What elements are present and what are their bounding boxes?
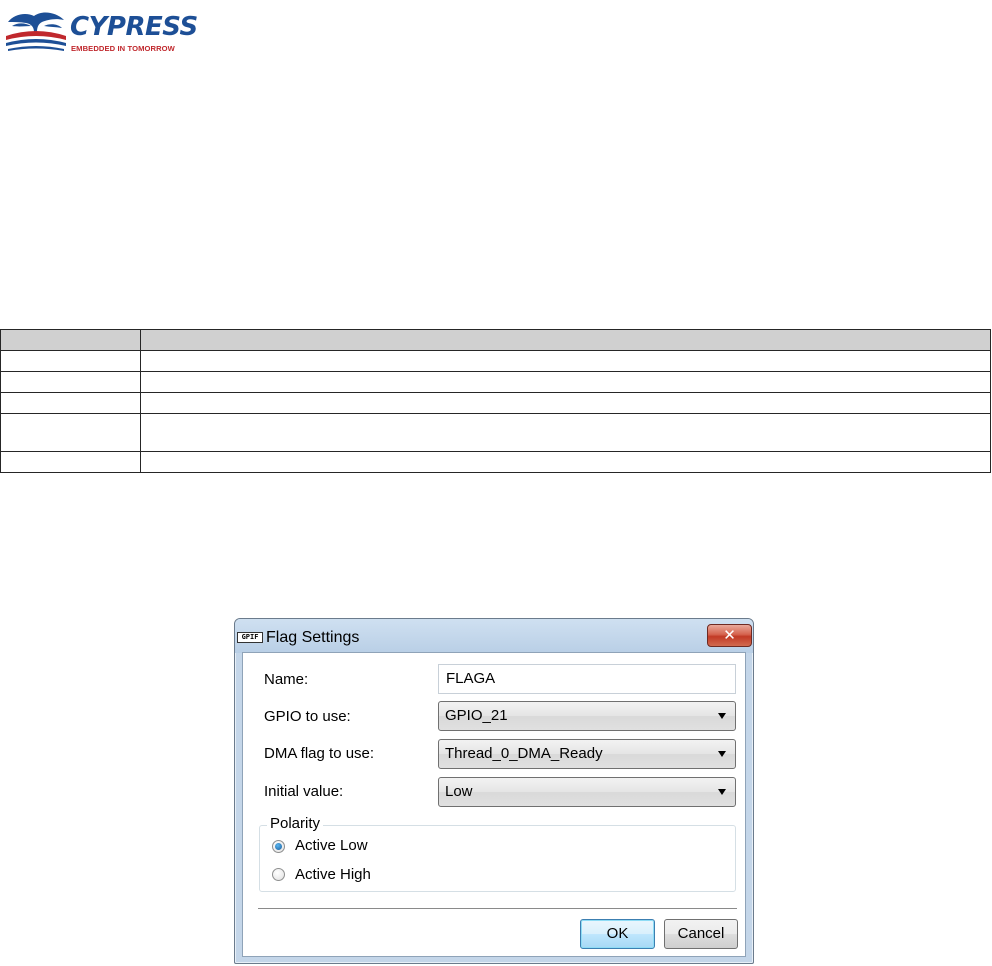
gpif-app-icon: GPIF bbox=[237, 632, 263, 643]
tree-logo-icon bbox=[6, 12, 66, 51]
table-row bbox=[0, 451, 991, 473]
logo-tagline: EMBEDDED IN TOMORROW bbox=[71, 44, 175, 53]
close-button[interactable]: ✕ bbox=[707, 624, 752, 647]
gpio-label: GPIO to use: bbox=[264, 708, 351, 725]
gpio-select-value: GPIO_21 bbox=[445, 707, 508, 724]
name-input[interactable]: FLAGA bbox=[438, 664, 736, 694]
dialog-title: Flag Settings bbox=[266, 629, 360, 646]
table-row bbox=[0, 371, 991, 393]
table-row bbox=[0, 413, 991, 452]
logo-wordmark: CYPRESS bbox=[70, 12, 198, 42]
gpio-select[interactable]: GPIO_21 bbox=[438, 701, 736, 731]
table-row bbox=[0, 392, 991, 414]
ok-button[interactable]: OK bbox=[580, 919, 655, 949]
initial-value-select[interactable]: Low bbox=[438, 777, 736, 807]
dropdown-arrow-icon bbox=[718, 789, 726, 795]
initial-value-select-value: Low bbox=[445, 783, 473, 800]
table-cell bbox=[0, 392, 141, 414]
button-separator bbox=[258, 908, 737, 909]
table-cell bbox=[140, 350, 991, 372]
table-cell bbox=[140, 392, 991, 414]
dialog-content: Name: FLAGA GPIO to use: GPIO_21 DMA fla… bbox=[242, 652, 746, 957]
initial-value-label: Initial value: bbox=[264, 783, 344, 800]
polarity-group: Polarity Active Low Active High bbox=[259, 815, 736, 892]
cypress-logo: CYPRESS EMBEDDED IN TOMORROW bbox=[4, 6, 198, 56]
table-cell bbox=[140, 413, 991, 452]
polarity-group-title: Polarity bbox=[267, 815, 324, 832]
dropdown-arrow-icon bbox=[718, 751, 726, 757]
table-header-cell bbox=[0, 329, 141, 351]
table-header-cell bbox=[140, 329, 991, 351]
active-high-label[interactable]: Active High bbox=[295, 866, 371, 883]
table-cell bbox=[140, 451, 991, 473]
name-label: Name: bbox=[264, 671, 309, 688]
table-row bbox=[0, 350, 991, 372]
table-cell bbox=[140, 371, 991, 393]
table-cell bbox=[0, 451, 141, 473]
table-cell bbox=[0, 413, 141, 452]
table-cell bbox=[0, 371, 141, 393]
dma-flag-select-value: Thread_0_DMA_Ready bbox=[445, 745, 603, 762]
table-header-row bbox=[0, 329, 991, 351]
active-low-radio[interactable] bbox=[272, 840, 285, 853]
active-low-label[interactable]: Active Low bbox=[295, 837, 368, 854]
cancel-button[interactable]: Cancel bbox=[664, 919, 738, 949]
dialog-titlebar[interactable]: GPIF Flag Settings ✕ bbox=[235, 619, 753, 653]
table-cell bbox=[0, 350, 141, 372]
dma-flag-label: DMA flag to use: bbox=[264, 745, 375, 762]
active-high-radio[interactable] bbox=[272, 868, 285, 881]
data-table bbox=[0, 329, 991, 473]
flag-settings-dialog: GPIF Flag Settings ✕ Name: FLAGA GPIO to… bbox=[234, 618, 754, 964]
close-icon: ✕ bbox=[723, 626, 736, 644]
dropdown-arrow-icon bbox=[718, 713, 726, 719]
dma-flag-select[interactable]: Thread_0_DMA_Ready bbox=[438, 739, 736, 769]
